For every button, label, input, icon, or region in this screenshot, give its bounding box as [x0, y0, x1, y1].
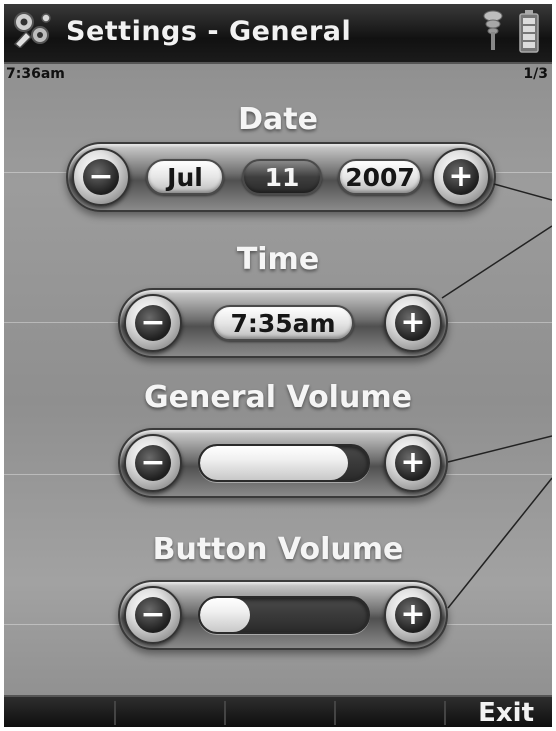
- minus-icon: −: [135, 597, 171, 633]
- button-volume-decrease-button[interactable]: −: [124, 586, 182, 644]
- softkey-divider: [224, 701, 226, 725]
- date-day-field[interactable]: 11: [242, 159, 322, 195]
- button-volume-control: − +: [118, 580, 448, 650]
- settings-gears-icon: [13, 12, 51, 48]
- device-screen: Settings - General 7:36am 1/3 Date − Jul…: [4, 4, 552, 727]
- time-increase-button[interactable]: +: [384, 294, 442, 352]
- general-volume-label: General Volume: [144, 380, 412, 415]
- softkey-divider: [334, 701, 336, 725]
- time-control: − 7:35am +: [118, 288, 448, 358]
- date-decrease-button[interactable]: −: [72, 148, 130, 206]
- general-volume-control: − +: [118, 428, 448, 498]
- plus-icon: +: [395, 597, 431, 633]
- title-bar: Settings - General: [4, 4, 552, 64]
- time-value-field[interactable]: 7:35am: [212, 305, 354, 341]
- time-decrease-button[interactable]: −: [124, 294, 182, 352]
- callout-line: [447, 435, 552, 463]
- softkey-divider: [114, 701, 116, 725]
- softkey-bar: Exit: [4, 695, 552, 727]
- general-volume-level: [200, 446, 348, 480]
- plus-icon: +: [395, 445, 431, 481]
- date-control: − Jul 11 2007 +: [66, 142, 496, 212]
- date-increase-button[interactable]: +: [432, 148, 490, 206]
- page-indicator: 1/3: [523, 66, 548, 82]
- minus-icon: −: [135, 305, 171, 341]
- plus-icon: +: [443, 159, 479, 195]
- date-month-field[interactable]: Jul: [146, 159, 224, 195]
- button-volume-increase-button[interactable]: +: [384, 586, 442, 644]
- softkey-divider: [444, 701, 446, 725]
- plus-icon: +: [395, 305, 431, 341]
- exit-button[interactable]: Exit: [478, 697, 534, 727]
- button-volume-slider[interactable]: [198, 596, 370, 634]
- date-year-field[interactable]: 2007: [338, 159, 422, 195]
- time-label: Time: [236, 242, 320, 277]
- battery-icon: [519, 10, 539, 53]
- signal-strength-icon: [483, 10, 503, 50]
- minus-icon: −: [83, 159, 119, 195]
- callout-line: [493, 183, 552, 201]
- general-volume-slider[interactable]: [198, 444, 370, 482]
- minus-icon: −: [135, 445, 171, 481]
- general-volume-increase-button[interactable]: +: [384, 434, 442, 492]
- button-volume-level: [200, 598, 251, 632]
- date-label: Date: [238, 102, 318, 137]
- clock-readout: 7:36am: [6, 66, 65, 82]
- screen-title: Settings - General: [66, 16, 352, 47]
- button-volume-label: Button Volume: [152, 532, 404, 567]
- general-volume-decrease-button[interactable]: −: [124, 434, 182, 492]
